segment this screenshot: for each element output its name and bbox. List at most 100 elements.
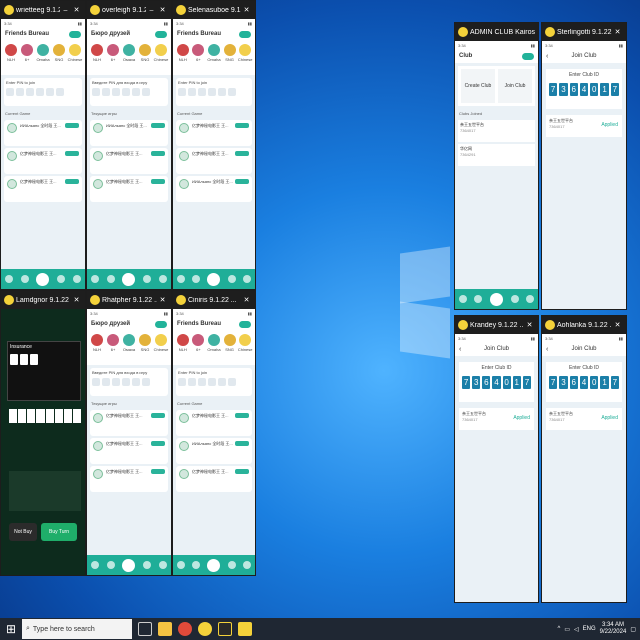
pin-entry[interactable]: Enter PIN to join bbox=[4, 78, 82, 106]
game-nlh[interactable]: NLH bbox=[176, 44, 190, 73]
window-titlebar[interactable]: Krandey 9.1.22 ... ✕ bbox=[455, 316, 538, 334]
game-card[interactable]: 亿梦神秘电影王 王... bbox=[90, 466, 168, 492]
game-chinese-poker[interactable]: Chinese bbox=[238, 44, 253, 73]
game-sng[interactable]: SNG bbox=[52, 44, 66, 73]
chrome-icon[interactable] bbox=[178, 622, 192, 636]
game-omaha[interactable]: Омаха bbox=[122, 334, 136, 363]
toggle-icon[interactable] bbox=[522, 52, 534, 60]
game-nlh[interactable]: NLH bbox=[176, 334, 190, 363]
club-id-entry[interactable]: Enter Club ID 7364017 bbox=[546, 362, 622, 402]
list-item[interactable]: 亲王五世平台 7364017 bbox=[458, 120, 535, 142]
task-view-icon[interactable] bbox=[138, 622, 152, 636]
game-card[interactable]: 亿梦神秘电影王 王... bbox=[90, 438, 168, 464]
game-omaha[interactable]: Omaha bbox=[36, 44, 50, 73]
toggle-icon[interactable] bbox=[239, 30, 251, 38]
pin-entry[interactable]: Введите PIN для входа в игру bbox=[90, 368, 168, 396]
nav-icon[interactable] bbox=[243, 275, 252, 283]
nav-icon[interactable] bbox=[159, 561, 168, 569]
game-chinese-poker[interactable]: Chinese bbox=[238, 334, 253, 363]
game-chinese-poker[interactable]: Chinese bbox=[68, 44, 82, 73]
game-sng[interactable]: SNG bbox=[138, 44, 152, 73]
language-indicator[interactable]: ENG bbox=[583, 626, 596, 632]
nav-icon[interactable] bbox=[227, 275, 236, 283]
club-id-entry[interactable]: Enter Club ID 7364017 bbox=[459, 362, 534, 402]
nav-icon[interactable] bbox=[143, 561, 152, 569]
start-button[interactable]: ⊞ bbox=[0, 618, 22, 640]
game-6plus[interactable]: 6+ bbox=[191, 44, 205, 73]
app-window-join-club[interactable]: Sterlingotti 9.1.22 ...✕ 3:34▮▮ ‹Join Cl… bbox=[541, 22, 627, 310]
plus-icon[interactable] bbox=[122, 272, 136, 286]
toggle-icon[interactable] bbox=[155, 320, 167, 328]
game-6plus[interactable]: 6+ bbox=[106, 334, 120, 363]
app-window-join-club-3[interactable]: Aohlanka 9.1.22 ... ✕ 3:34 ▮▮ ‹ Join Club E… bbox=[541, 315, 627, 603]
game-card[interactable]: 亿梦神秘电影王 王... bbox=[176, 466, 252, 492]
game-card[interactable]: ИИАльянс 全时段 王... bbox=[176, 438, 252, 464]
applied-club[interactable]: 亲王五世平台 7364017 Applied bbox=[459, 408, 534, 430]
app-window-2[interactable]: overleigh 9.1.22 ...–✕ 3:34▮▮ Бюро друзе… bbox=[86, 0, 172, 290]
minimize-icon[interactable]: – bbox=[146, 7, 157, 14]
buy-turn-button[interactable]: Buy Turn bbox=[41, 523, 77, 541]
game-omaha[interactable]: Омаха bbox=[122, 44, 136, 73]
game-card[interactable]: ИИАльянс 全时段 王... bbox=[4, 120, 82, 146]
game-sng[interactable]: SNG bbox=[138, 334, 152, 363]
close-icon[interactable]: ✕ bbox=[612, 321, 623, 329]
notification-icon[interactable]: ▢ bbox=[630, 626, 636, 633]
toggle-icon[interactable] bbox=[69, 30, 81, 38]
chevron-up-icon[interactable]: ^ bbox=[557, 626, 560, 632]
app-icon[interactable] bbox=[198, 622, 212, 636]
nav-icon[interactable] bbox=[106, 275, 115, 283]
game-omaha[interactable]: Omaha bbox=[207, 334, 221, 363]
nav-icon[interactable] bbox=[90, 561, 99, 569]
nav-icon[interactable] bbox=[243, 561, 252, 569]
back-icon[interactable]: ‹ bbox=[546, 53, 548, 60]
game-sng[interactable]: SNG bbox=[223, 334, 237, 363]
nav-icon[interactable] bbox=[458, 295, 467, 303]
nav-icon[interactable] bbox=[176, 275, 185, 283]
file-explorer-icon[interactable] bbox=[158, 622, 172, 636]
pin-entry[interactable]: Enter PIN to join bbox=[176, 368, 252, 396]
window-titlebar[interactable]: Selenasuboe 9.1.22 ...✕ bbox=[173, 1, 255, 19]
create-club-button[interactable]: Create Club bbox=[461, 69, 495, 103]
window-titlebar[interactable]: Aohlanka 9.1.22 ... ✕ bbox=[542, 316, 626, 334]
volume-icon[interactable]: ◁ bbox=[574, 626, 579, 633]
plus-icon[interactable] bbox=[207, 272, 221, 286]
app-window-poker[interactable]: Lamdgnor 9.1.22 ... ✕ Insurance Not Buy B… bbox=[0, 290, 86, 576]
game-card[interactable]: 亿梦神秘电影王 王... bbox=[90, 176, 168, 202]
nav-icon[interactable] bbox=[192, 561, 201, 569]
nav-icon[interactable] bbox=[510, 295, 519, 303]
plus-icon[interactable] bbox=[36, 272, 50, 286]
game-nlh[interactable]: NLH bbox=[90, 44, 104, 73]
nav-icon[interactable] bbox=[90, 275, 99, 283]
game-6plus[interactable]: 6+ bbox=[20, 44, 34, 73]
game-omaha[interactable]: Omaha bbox=[207, 44, 221, 73]
pin-entry[interactable]: Введите PIN для входа в игру bbox=[90, 78, 168, 106]
game-nlh[interactable]: NLH bbox=[90, 334, 104, 363]
plus-icon[interactable] bbox=[207, 558, 221, 572]
close-icon[interactable]: ✕ bbox=[241, 6, 252, 14]
window-titlebar[interactable]: ADMIN CLUB Kairostand 9.1.22 bbox=[455, 23, 538, 41]
window-titlebar[interactable]: Sterlingotti 9.1.22 ...✕ bbox=[542, 23, 626, 41]
app-icon[interactable] bbox=[238, 622, 252, 636]
nav-icon[interactable] bbox=[159, 275, 168, 283]
search-input[interactable]: ⌕ Type here to search bbox=[22, 619, 132, 639]
app-window-3[interactable]: Selenasuboe 9.1.22 ...✕ 3:34▮▮ Friends B… bbox=[172, 0, 256, 290]
game-card[interactable]: 亿梦神秘电影王 王... bbox=[4, 148, 82, 174]
join-club-button[interactable]: Join Club bbox=[498, 69, 532, 103]
close-icon[interactable]: ✕ bbox=[612, 28, 623, 36]
plus-icon[interactable] bbox=[489, 292, 503, 306]
window-titlebar[interactable]: wrietteeg 9.1.22 ...–✕ bbox=[1, 1, 85, 19]
clock[interactable]: 3:34 AM 9/22/2024 bbox=[600, 622, 627, 636]
pin-entry[interactable]: Enter PIN to join bbox=[176, 78, 252, 106]
game-card[interactable]: 亿梦神秘电影王 王... bbox=[90, 410, 168, 436]
back-icon[interactable]: ‹ bbox=[459, 346, 461, 353]
close-icon[interactable]: ✕ bbox=[71, 6, 82, 14]
game-card[interactable]: 亿梦神秘电影王 王... bbox=[176, 120, 252, 146]
minimize-icon[interactable]: – bbox=[60, 7, 71, 14]
window-titlebar[interactable]: Ciniris 9.1.22 ... ✕ bbox=[173, 291, 255, 309]
game-card[interactable]: 亿梦神秘电影王 王... bbox=[4, 176, 82, 202]
game-card[interactable]: ИИАльянс 全时段 王... bbox=[176, 176, 252, 202]
window-titlebar[interactable]: Rhatpher 9.1.22 ... ✕ bbox=[87, 291, 171, 309]
app-window-club[interactable]: ADMIN CLUB Kairostand 9.1.22 3:34▮▮ Club… bbox=[454, 22, 539, 310]
not-buy-button[interactable]: Not Buy bbox=[9, 523, 37, 541]
window-titlebar[interactable]: Lamdgnor 9.1.22 ... ✕ bbox=[1, 291, 85, 309]
